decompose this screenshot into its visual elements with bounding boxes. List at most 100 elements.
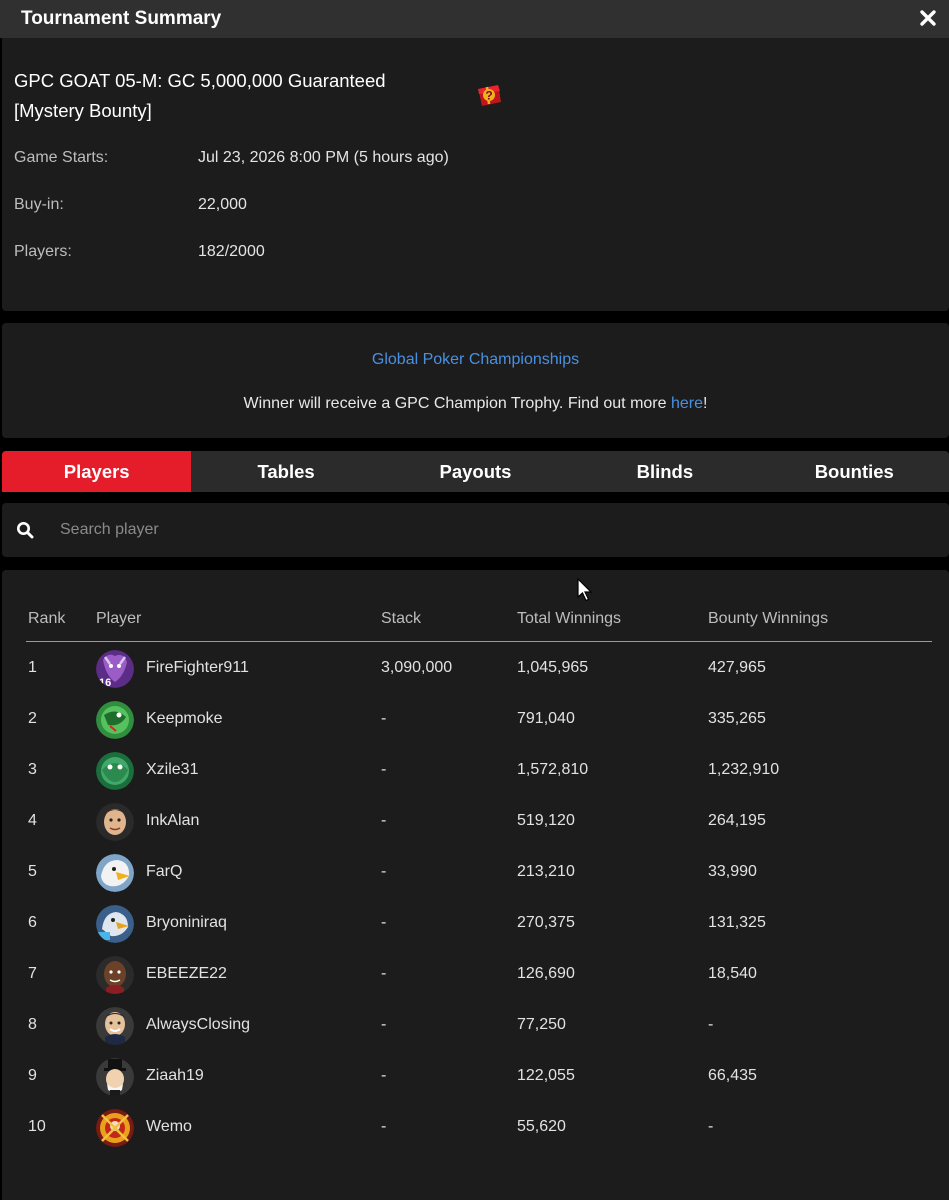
tab-tables[interactable]: Tables bbox=[191, 451, 380, 492]
cell-total-winnings: 519,120 bbox=[517, 812, 575, 829]
window-title: Tournament Summary bbox=[21, 8, 222, 29]
cell-stack: - bbox=[381, 914, 387, 931]
cell-stack: - bbox=[381, 761, 387, 778]
cell-player-name[interactable]: AlwaysClosing bbox=[146, 1016, 250, 1034]
players-value: 182/2000 bbox=[198, 243, 265, 260]
table-row[interactable]: 10 Wemo - 55,620 - bbox=[26, 1103, 932, 1154]
tab-bar: Players Tables Payouts Blinds Bounties bbox=[2, 451, 949, 492]
cell-bounty-winnings: - bbox=[708, 1016, 714, 1033]
player-avatar-icon bbox=[96, 701, 134, 739]
cell-rank: 5 bbox=[28, 863, 37, 880]
table-header: Rank Player Stack Total Winnings Bounty … bbox=[26, 608, 932, 642]
cell-total-winnings: 791,040 bbox=[517, 710, 575, 727]
table-row[interactable]: 2 Keepmoke - 791,040 335,265 bbox=[26, 695, 932, 746]
cell-stack: - bbox=[381, 812, 387, 829]
cell-rank: 8 bbox=[28, 1016, 37, 1033]
cell-bounty-winnings: 264,195 bbox=[708, 812, 766, 829]
cell-stack: - bbox=[381, 1067, 387, 1084]
cell-rank: 10 bbox=[28, 1118, 46, 1135]
cell-player-name[interactable]: Xzile31 bbox=[146, 761, 198, 779]
header-rank[interactable]: Rank bbox=[28, 610, 65, 628]
cell-bounty-winnings: 66,435 bbox=[708, 1067, 757, 1084]
table-row[interactable]: 6 Bryoniniraq - 270,375 131,325 bbox=[26, 899, 932, 950]
cell-rank: 2 bbox=[28, 710, 37, 727]
cell-bounty-winnings: 131,325 bbox=[708, 914, 766, 931]
table-row[interactable]: 1 16 FireFighter911 3,090,000 1,045,965 … bbox=[26, 644, 932, 695]
player-avatar-icon bbox=[96, 1058, 134, 1096]
cell-total-winnings: 77,250 bbox=[517, 1016, 566, 1033]
cell-bounty-winnings: - bbox=[708, 1118, 714, 1135]
game-starts-value: Jul 23, 2026 8:00 PM (5 hours ago) bbox=[198, 149, 449, 166]
find-out-more-link[interactable]: here bbox=[671, 395, 703, 412]
cell-stack: - bbox=[381, 1016, 387, 1033]
close-icon[interactable] bbox=[919, 9, 937, 27]
player-avatar-icon bbox=[96, 905, 134, 943]
search-icon bbox=[17, 522, 34, 539]
tab-players[interactable]: Players bbox=[2, 451, 192, 492]
cell-rank: 4 bbox=[28, 812, 37, 829]
table-row[interactable]: 3 Xzile31 - 1,572,810 1,232,910 bbox=[26, 746, 932, 797]
promo-message: Winner will receive a GPC Champion Troph… bbox=[2, 395, 949, 413]
cell-stack: - bbox=[381, 1118, 387, 1135]
cell-total-winnings: 1,045,965 bbox=[517, 659, 589, 676]
table-row[interactable]: 9 Ziaah19 - 122,055 66,435 bbox=[26, 1052, 932, 1103]
player-avatar-icon bbox=[96, 752, 134, 790]
cell-stack: - bbox=[381, 710, 387, 727]
tab-blinds[interactable]: Blinds bbox=[570, 451, 759, 492]
cell-bounty-winnings: 18,540 bbox=[708, 965, 757, 982]
cell-player-name[interactable]: FarQ bbox=[146, 863, 182, 881]
player-avatar-icon bbox=[96, 956, 134, 994]
header-bounty-winnings[interactable]: Bounty Winnings bbox=[708, 610, 828, 628]
cell-bounty-winnings: 1,232,910 bbox=[708, 761, 780, 778]
cell-total-winnings: 1,572,810 bbox=[517, 761, 589, 778]
cell-rank: 1 bbox=[28, 659, 37, 676]
table-row[interactable]: 5 FarQ - 213,210 33,990 bbox=[26, 848, 932, 899]
cell-rank: 6 bbox=[28, 914, 37, 931]
game-starts-label: Game Starts: bbox=[14, 149, 109, 166]
table-row[interactable]: 7 EBEEZE22 - 126,690 18,540 bbox=[26, 950, 932, 1001]
players-label: Players: bbox=[14, 243, 72, 260]
tab-payouts[interactable]: Payouts bbox=[381, 451, 570, 492]
players-table: Rank Player Stack Total Winnings Bounty … bbox=[2, 570, 949, 1200]
cell-bounty-winnings: 33,990 bbox=[708, 863, 757, 880]
tournament-info-panel: GPC GOAT 05-M: GC 5,000,000 Guaranteed [… bbox=[2, 38, 949, 311]
cell-rank: 9 bbox=[28, 1067, 37, 1084]
title-bar: Tournament Summary bbox=[0, 0, 949, 38]
mouse-cursor-icon bbox=[577, 578, 593, 602]
player-avatar-icon bbox=[96, 854, 134, 892]
player-avatar-icon bbox=[96, 1007, 134, 1045]
cell-player-name[interactable]: Wemo bbox=[146, 1118, 192, 1136]
table-row[interactable]: 4 InkAlan - 519,120 264,195 bbox=[26, 797, 932, 848]
cell-bounty-winnings: 427,965 bbox=[708, 659, 766, 676]
cell-total-winnings: 213,210 bbox=[517, 863, 575, 880]
cell-total-winnings: 270,375 bbox=[517, 914, 575, 931]
mystery-bounty-icon: ? bbox=[478, 85, 501, 106]
cell-player-name[interactable]: InkAlan bbox=[146, 812, 199, 830]
tab-bounties[interactable]: Bounties bbox=[760, 451, 949, 492]
table-row[interactable]: 8 AlwaysClosing - 77,250 - bbox=[26, 1001, 932, 1052]
championship-link[interactable]: Global Poker Championships bbox=[2, 351, 949, 369]
cell-rank: 7 bbox=[28, 965, 37, 982]
player-avatar-icon bbox=[96, 1109, 134, 1147]
cell-stack: - bbox=[381, 863, 387, 880]
cell-player-name[interactable]: Ziaah19 bbox=[146, 1067, 204, 1085]
promo-message-text: Winner will receive a GPC Champion Troph… bbox=[243, 395, 671, 412]
search-bar bbox=[2, 503, 949, 557]
cell-total-winnings: 55,620 bbox=[517, 1118, 566, 1135]
header-stack[interactable]: Stack bbox=[381, 610, 421, 628]
cell-player-name[interactable]: FireFighter911 bbox=[146, 659, 249, 677]
player-avatar-icon bbox=[96, 803, 134, 841]
header-total-winnings[interactable]: Total Winnings bbox=[517, 610, 621, 628]
cell-player-name[interactable]: Keepmoke bbox=[146, 710, 223, 728]
cell-player-name[interactable]: Bryoniniraq bbox=[146, 914, 227, 932]
tournament-name: GPC GOAT 05-M: GC 5,000,000 Guaranteed [… bbox=[14, 70, 386, 121]
cell-bounty-winnings: 335,265 bbox=[708, 710, 766, 727]
cell-total-winnings: 126,690 bbox=[517, 965, 575, 982]
cell-stack: 3,090,000 bbox=[381, 659, 453, 676]
cell-rank: 3 bbox=[28, 761, 37, 778]
header-player[interactable]: Player bbox=[96, 610, 141, 628]
cell-total-winnings: 122,055 bbox=[517, 1067, 575, 1084]
cell-player-name[interactable]: EBEEZE22 bbox=[146, 965, 227, 983]
search-player-input[interactable] bbox=[60, 515, 920, 545]
cell-stack: - bbox=[381, 965, 387, 982]
